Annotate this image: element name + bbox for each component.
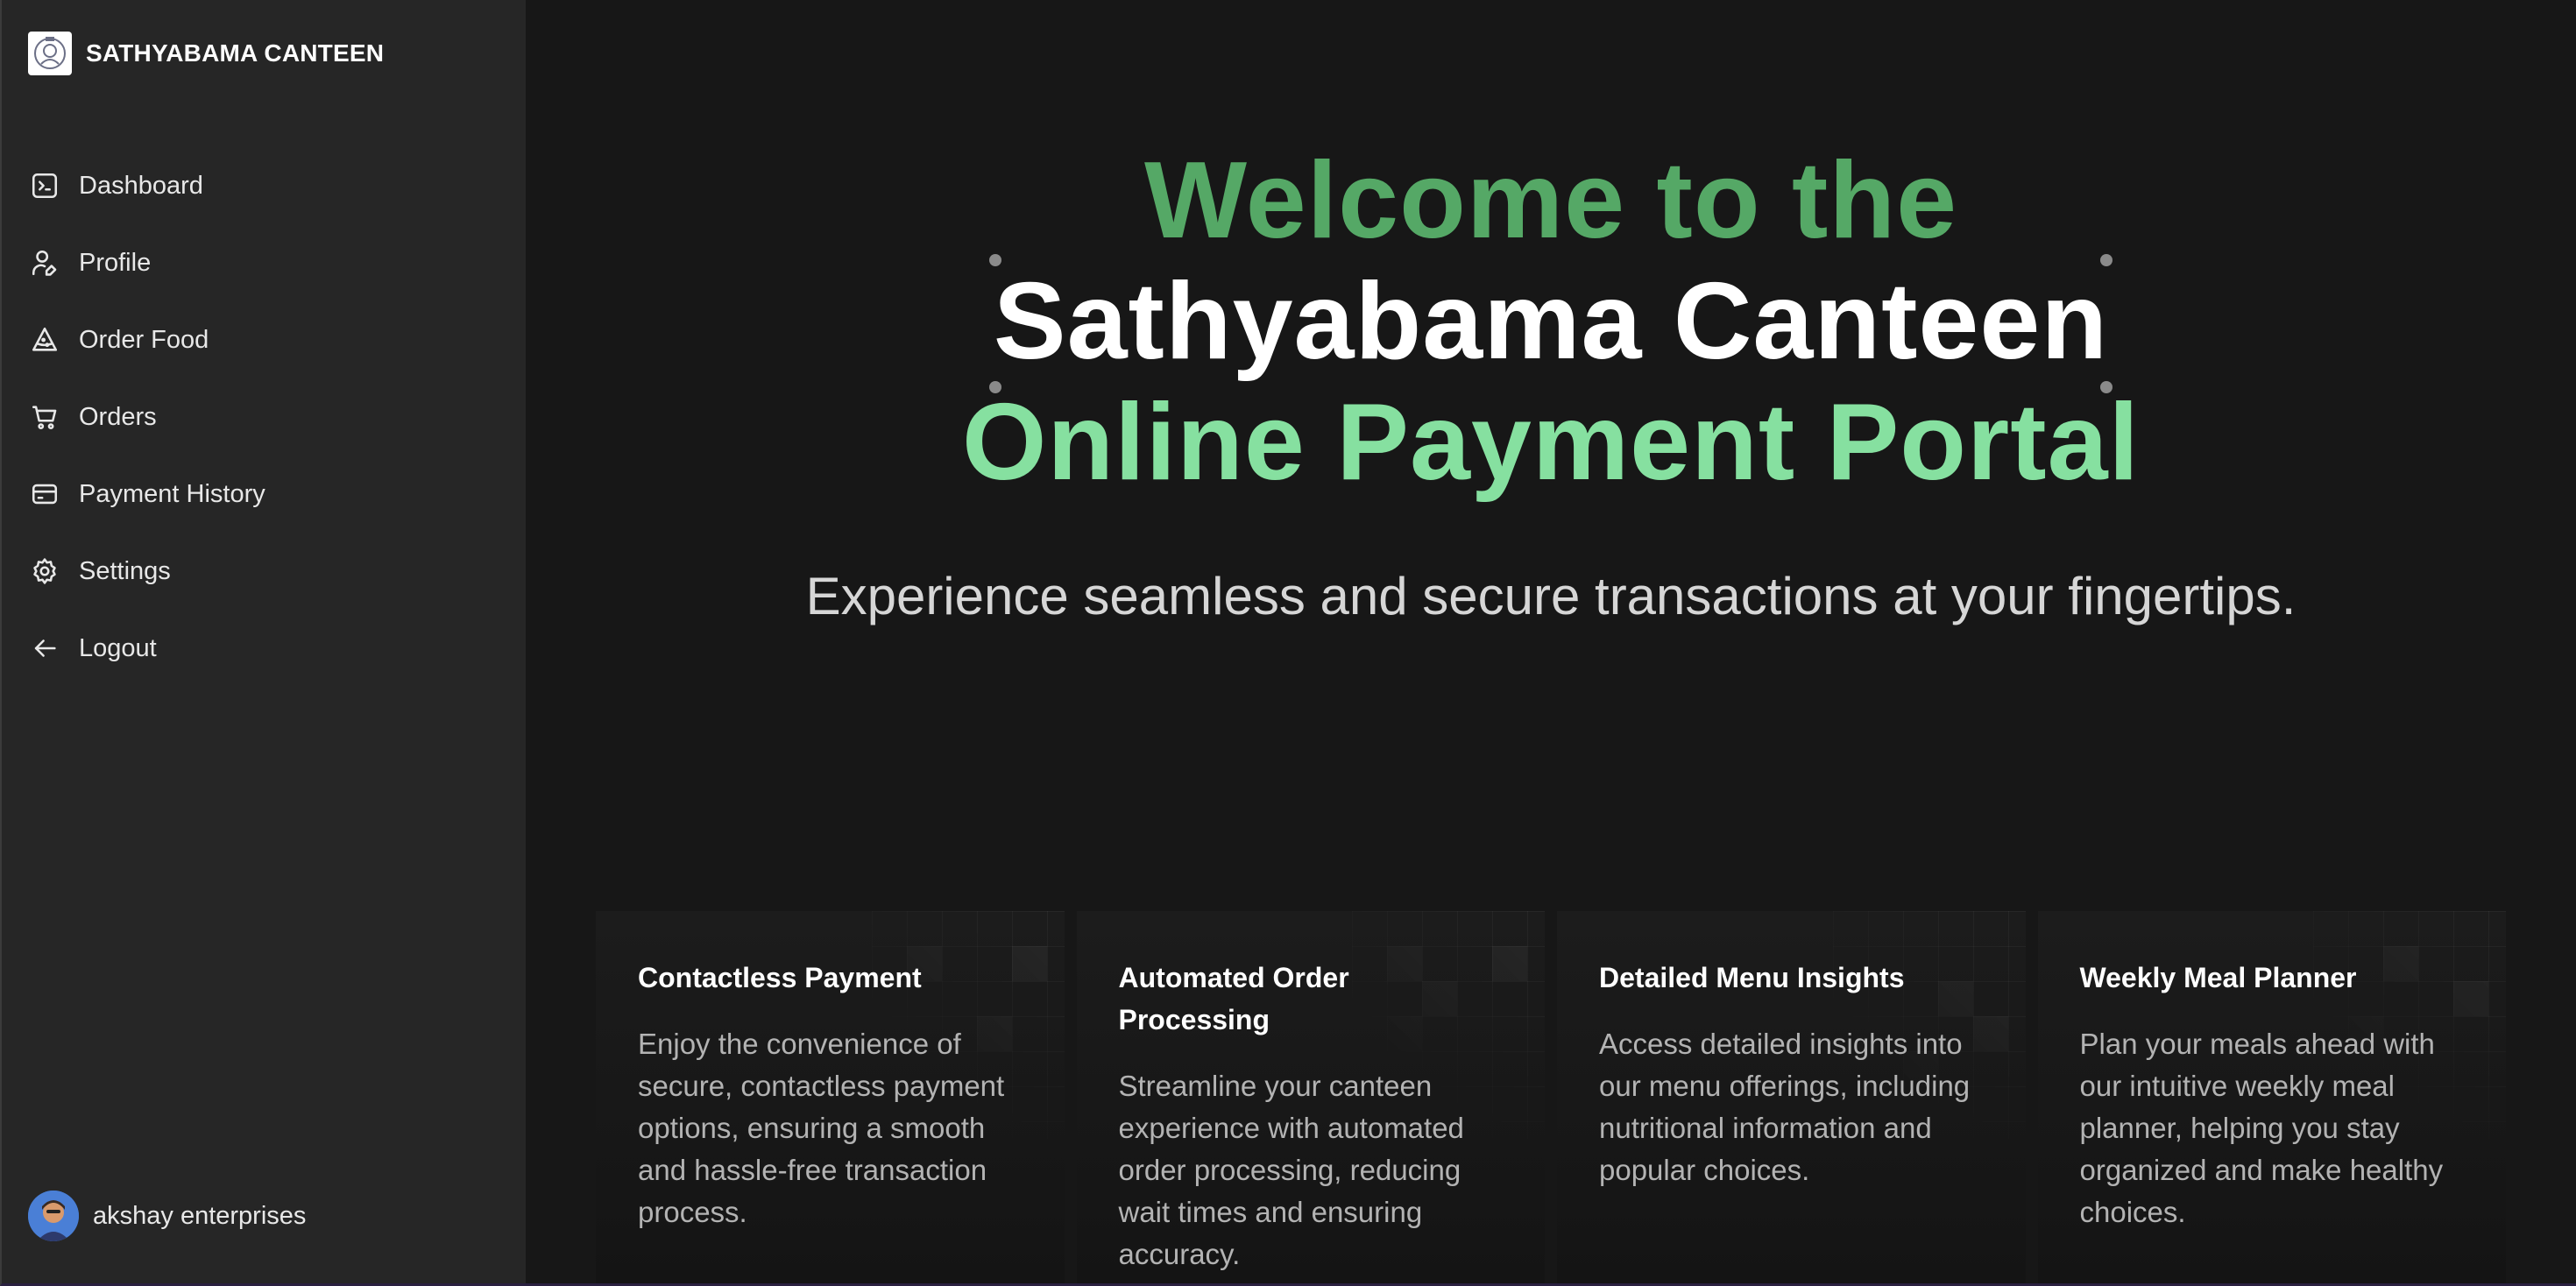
selection-handle-top-right[interactable]: [2100, 254, 2112, 266]
sidebar-item-order-food[interactable]: Order Food: [28, 301, 501, 378]
user-edit-icon: [28, 246, 61, 279]
hero-title-line-2: Sathyabama Canteen: [993, 261, 2109, 382]
hero-title-line-1: Welcome to the: [1143, 140, 1958, 261]
sidebar-nav: Dashboard Profile Order Food Orders Paym…: [28, 147, 501, 687]
feature-description: Streamline your canteen experience with …: [1118, 1070, 1464, 1270]
sidebar-item-label: Orders: [79, 402, 157, 431]
app-window: SATHYABAMA CANTEEN Dashboard Profile Ord…: [0, 0, 2576, 1286]
sidebar-item-logout[interactable]: Logout: [28, 610, 501, 687]
sidebar-item-label: Order Food: [79, 325, 209, 354]
sidebar-item-profile[interactable]: Profile: [28, 224, 501, 301]
credit-card-icon: [28, 477, 61, 511]
feature-description: Enjoy the convenience of secure, contact…: [638, 1028, 1005, 1228]
sidebar-item-label: Logout: [79, 633, 157, 662]
feature-description: Plan your meals ahead with our intuitive…: [2079, 1028, 2444, 1228]
sidebar-item-dashboard[interactable]: Dashboard: [28, 147, 501, 224]
hero-subtitle: Experience seamless and secure transacti…: [805, 567, 2296, 625]
cart-icon: [28, 400, 61, 434]
canteen-logo-icon: [28, 32, 72, 75]
sidebar: SATHYABAMA CANTEEN Dashboard Profile Ord…: [2, 0, 526, 1283]
sidebar-item-label: Dashboard: [79, 171, 203, 200]
sidebar-item-label: Settings: [79, 556, 171, 585]
sidebar-item-label: Payment History: [79, 479, 265, 508]
selection-handle-bottom-left[interactable]: [989, 381, 1001, 393]
pizza-slice-icon: [28, 323, 61, 357]
user-profile[interactable]: akshay enterprises: [28, 1191, 306, 1241]
hero-title-line-3: Online Payment Portal: [961, 382, 2140, 503]
brand[interactable]: SATHYABAMA CANTEEN: [28, 32, 384, 75]
user-name: akshay enterprises: [93, 1201, 307, 1230]
sidebar-item-label: Profile: [79, 248, 152, 277]
brand-name: SATHYABAMA CANTEEN: [86, 39, 385, 67]
main-content: Welcome to the Sathyabama Canteen Online…: [526, 0, 2576, 1283]
sidebar-item-settings[interactable]: Settings: [28, 533, 501, 610]
feature-title: Detailed Menu Insights: [1599, 962, 1905, 993]
avatar: [28, 1191, 79, 1241]
sidebar-item-payment-history[interactable]: Payment History: [28, 456, 501, 533]
features-grid: Contactless Payment Enjoy the convenienc…: [596, 911, 2506, 1283]
selection-handle-top-left[interactable]: [989, 254, 1001, 266]
selection-handle-bottom-right[interactable]: [2100, 381, 2112, 393]
feature-title: Automated Order Processing: [1118, 962, 1349, 1035]
feature-description: Access detailed insights into our menu o…: [1599, 1028, 1971, 1186]
feature-card-automated-order-processing: Automated Order Processing Streamline yo…: [1076, 911, 1545, 1283]
sidebar-item-orders[interactable]: Orders: [28, 378, 501, 456]
terminal-icon: [28, 169, 61, 202]
feature-card-weekly-meal-planner: Weekly Meal Planner Plan your meals ahea…: [2037, 911, 2506, 1283]
arrow-left-icon: [28, 632, 61, 665]
feature-card-contactless-payment: Contactless Payment Enjoy the convenienc…: [596, 911, 1065, 1283]
gear-icon: [28, 555, 61, 588]
feature-title: Weekly Meal Planner: [2079, 962, 2357, 993]
feature-title: Contactless Payment: [638, 962, 922, 993]
hero: Welcome to the Sathyabama Canteen Online…: [526, 140, 2576, 503]
feature-card-detailed-menu-insights: Detailed Menu Insights Access detailed i…: [1557, 911, 2026, 1283]
